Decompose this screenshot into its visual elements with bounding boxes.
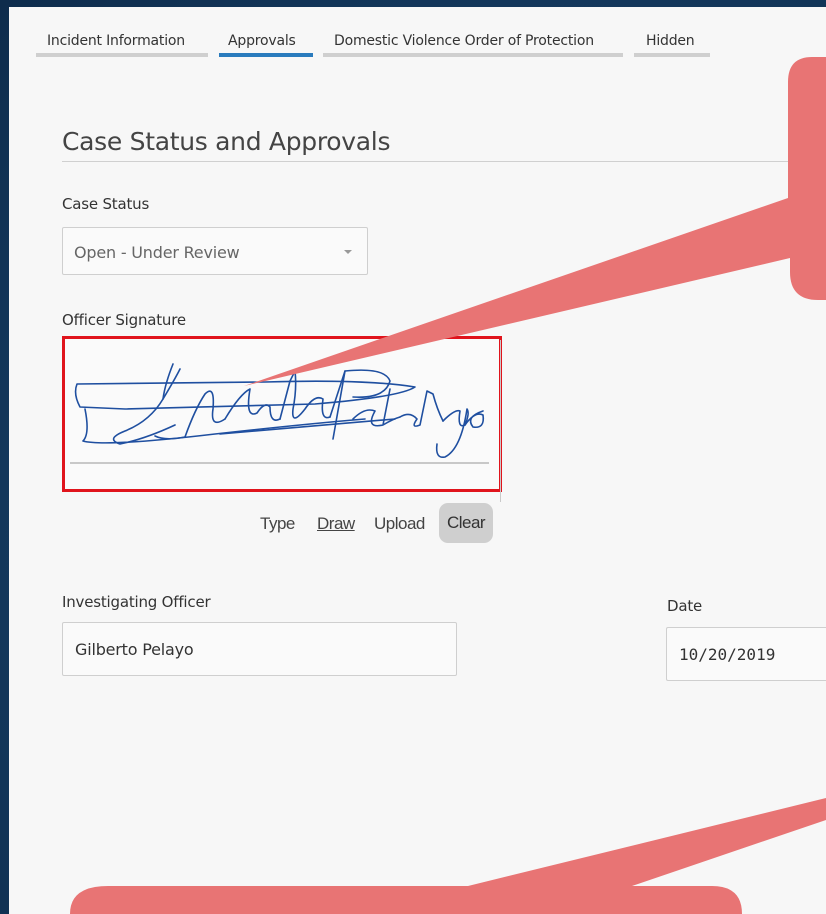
callout-bubble-top: [244, 57, 826, 386]
callout-bubble-bottom: [70, 798, 826, 914]
callout-overlay: [70, 57, 826, 914]
